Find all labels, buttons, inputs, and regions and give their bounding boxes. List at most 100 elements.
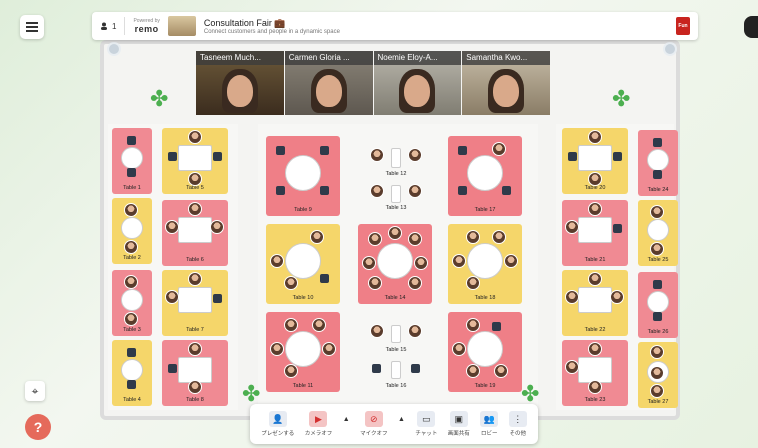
video-tile[interactable]: Carmen Gloria ... [284,51,373,115]
table-23[interactable]: Table 23 [562,340,628,406]
participant-avatar[interactable] [588,272,602,286]
participant-avatar[interactable] [610,290,624,304]
participant-avatar[interactable] [312,318,326,332]
participant-avatar[interactable] [188,172,202,186]
participant-avatar[interactable] [408,276,422,290]
participant-avatar[interactable] [588,172,602,186]
participant-avatar[interactable] [414,256,428,270]
participant-avatar[interactable] [188,342,202,356]
participant-avatar[interactable] [466,230,480,244]
table-15[interactable]: Table 15 [366,320,426,356]
participant-avatar[interactable] [588,380,602,394]
participant-avatar[interactable] [124,240,138,254]
chat-button[interactable]: ▭ チャット [415,411,437,437]
help-button[interactable]: ? [25,414,51,440]
participant-avatar[interactable] [650,384,664,398]
participant-avatar[interactable] [284,364,298,378]
participant-avatar[interactable] [452,342,466,356]
caret-up-icon[interactable]: ▲ [343,416,350,423]
participant-avatar[interactable] [362,256,376,270]
participant-avatar[interactable] [270,254,284,268]
participant-avatar[interactable] [370,148,384,162]
participant-avatar[interactable] [408,184,422,198]
participant-avatar[interactable] [565,220,579,234]
table-1[interactable]: Table 1 [112,128,152,194]
table-17[interactable]: Table 17 [448,136,522,216]
participant-avatar[interactable] [124,275,138,289]
participant-avatar[interactable] [124,312,138,326]
table-4[interactable]: Table 4 [112,340,152,406]
participant-avatar[interactable] [124,203,138,217]
table-3[interactable]: Table 3 [112,270,152,336]
participant-avatar[interactable] [650,205,664,219]
participant-avatar[interactable] [368,232,382,246]
menu-button[interactable] [20,15,44,39]
camera-button[interactable]: ▶ カメラオフ [305,411,332,437]
table-2[interactable]: Table 2 [112,198,152,264]
present-button[interactable]: 👤 プレゼンする [261,411,294,437]
participant-avatar[interactable] [565,360,579,374]
participant-avatar[interactable] [408,324,422,338]
participant-avatar[interactable] [165,290,179,304]
table-9[interactable]: Table 9 [266,136,340,216]
participant-avatar[interactable] [650,345,664,359]
table-14[interactable]: Table 14 [358,224,432,304]
table-5[interactable]: Table 5 [162,128,228,194]
table-6[interactable]: Table 6 [162,200,228,266]
table-8[interactable]: Table 8 [162,340,228,406]
participant-avatar[interactable] [284,318,298,332]
participant-avatar[interactable] [370,324,384,338]
table-19[interactable]: Table 19 [448,312,522,392]
participant-avatar[interactable] [492,230,506,244]
participant-avatar[interactable] [210,220,224,234]
participant-avatar[interactable] [368,276,382,290]
table-7[interactable]: Table 7 [162,270,228,336]
participant-avatar[interactable] [492,142,506,156]
participant-avatar[interactable] [466,276,480,290]
participant-avatar[interactable] [650,242,664,256]
video-tile[interactable]: Noemie Eloy-A... [373,51,462,115]
participant-avatar[interactable] [165,220,179,234]
locate-me-button[interactable]: ⌖ [25,381,45,401]
participant-avatar[interactable] [284,276,298,290]
participant-avatar[interactable] [188,202,202,216]
table-25[interactable]: Table 25 [638,200,678,266]
table-24[interactable]: Table 24 [638,130,678,196]
participant-avatar[interactable] [588,202,602,216]
lobby-button[interactable]: 👥 ロビー [480,411,499,437]
table-12[interactable]: Table 12 [366,142,426,180]
video-tile[interactable]: Samantha Kwo... [462,51,550,115]
table-16[interactable]: Table 16 [366,356,426,392]
participant-avatar[interactable] [188,272,202,286]
participant-avatar[interactable] [408,232,422,246]
participant-avatar[interactable] [466,364,480,378]
participant-avatar[interactable] [650,366,664,380]
participant-avatar[interactable] [504,254,518,268]
table-18[interactable]: Table 18 [448,224,522,304]
table-13[interactable]: Table 13 [366,180,426,214]
table-11[interactable]: Table 11 [266,312,340,392]
table-10[interactable]: Table 10 [266,224,340,304]
participant-avatar[interactable] [270,342,284,356]
participant-avatar[interactable] [408,148,422,162]
participant-avatar[interactable] [494,364,508,378]
screen-share-button[interactable]: ▣ 画面共有 [448,411,470,437]
video-tile[interactable]: Tasneem Much... [196,51,284,115]
participant-avatar[interactable] [188,380,202,394]
caret-up-icon[interactable]: ▲ [398,416,405,423]
participant-avatar[interactable] [388,226,402,240]
participant-avatar[interactable] [588,130,602,144]
table-21[interactable]: Table 21 [562,200,628,266]
participant-avatar[interactable] [310,230,324,244]
participant-avatar[interactable] [565,290,579,304]
table-26[interactable]: Table 26 [638,272,678,338]
mic-button[interactable]: ⊘ マイクオフ [360,411,388,437]
table-27[interactable]: Table 27 [638,342,678,408]
table-20[interactable]: Table 20 [562,128,628,194]
participant-avatar[interactable] [370,184,384,198]
participant-avatar[interactable] [452,254,466,268]
participant-avatar[interactable] [588,342,602,356]
participant-avatar[interactable] [466,318,480,332]
table-22[interactable]: Table 22 [562,270,628,336]
participant-avatar[interactable] [188,130,202,144]
